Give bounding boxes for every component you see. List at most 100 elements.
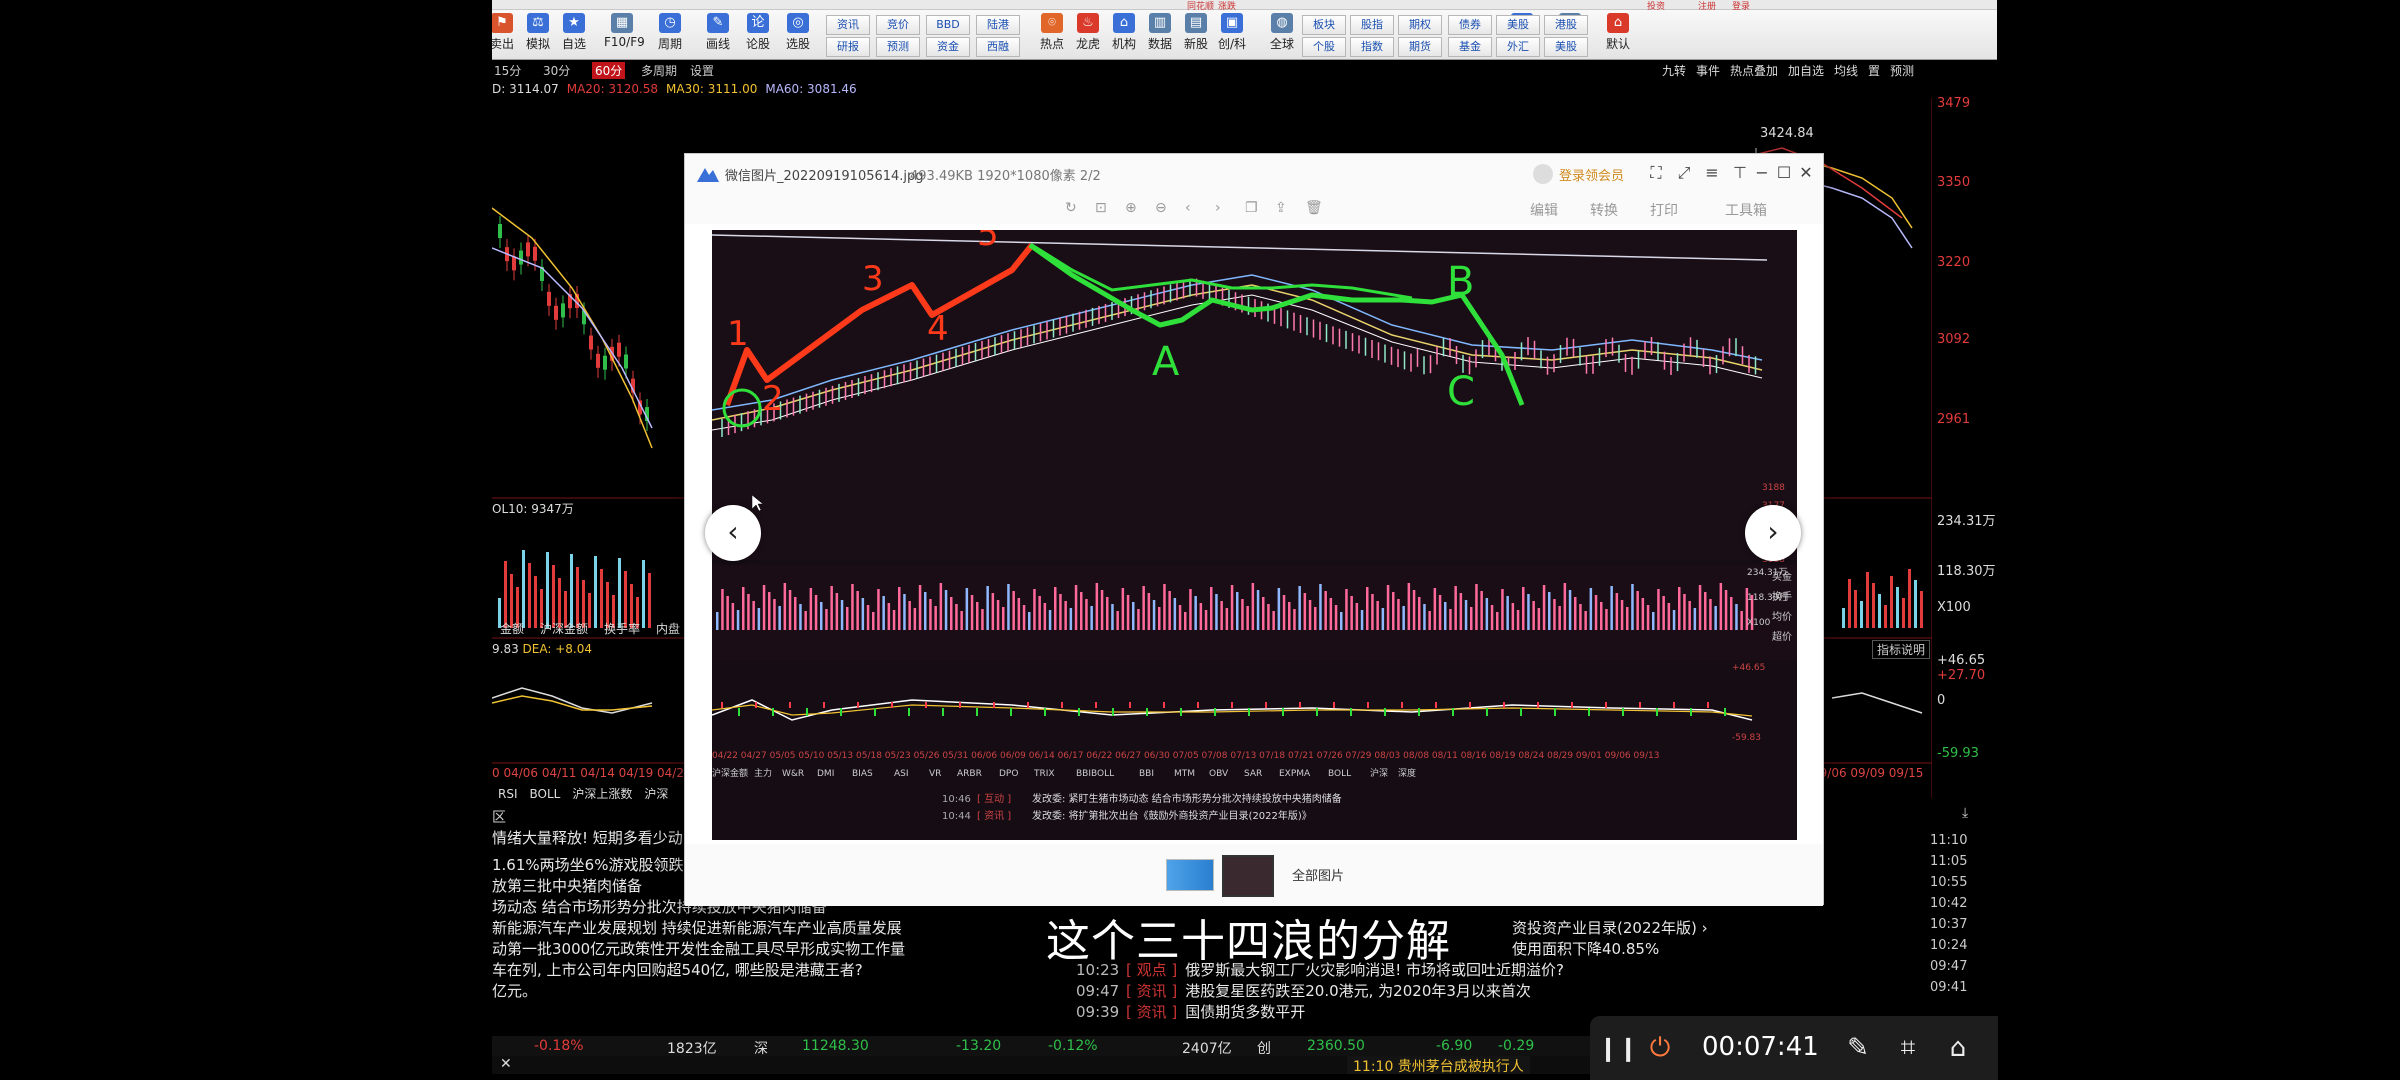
toolbar-globe-button[interactable]: ◍ 全球: [1264, 13, 1300, 57]
toolbar-small-button[interactable]: 期货: [1398, 37, 1442, 57]
toolbar-small-button[interactable]: BBD: [926, 15, 970, 35]
prev-image-button[interactable]: ‹: [705, 505, 761, 561]
toolbar-small-button[interactable]: 陆港: [976, 15, 1020, 35]
volume-tab[interactable]: 换手率: [604, 622, 640, 636]
toolbar-small-button[interactable]: 个股: [1302, 37, 1346, 57]
menu-icon[interactable]: ≡: [1701, 162, 1723, 184]
toolbar-small-button[interactable]: 资金: [926, 37, 970, 57]
toolbar-small-button[interactable]: 预测: [876, 37, 920, 57]
period-tab[interactable]: 15分: [494, 62, 521, 79]
toolbar-print[interactable]: 打印: [1650, 200, 1678, 220]
prev-small-icon[interactable]: ‹: [1185, 200, 1191, 216]
pause-icon[interactable]: ❙❙: [1598, 1030, 1638, 1066]
toolbar-small-button[interactable]: 资讯: [826, 15, 870, 35]
share-icon[interactable]: ⇪: [1275, 200, 1287, 216]
toolbar-f10-button[interactable]: ▦ F10/F9: [604, 13, 645, 57]
toolbar-small-button[interactable]: 美股: [1496, 15, 1540, 35]
close-icon[interactable]: ✕: [500, 1056, 512, 1072]
toolbar-small-button[interactable]: 外汇: [1496, 37, 1540, 57]
toolbar-forum-button[interactable]: 论论股: [740, 13, 776, 57]
next-small-icon[interactable]: ›: [1215, 200, 1221, 216]
thumbnail-2-selected[interactable]: [1222, 855, 1274, 897]
news-item[interactable]: 放第三批中央猪肉储备: [492, 875, 642, 896]
news-item[interactable]: 1.61%两场坐6%游戏股领跌: [492, 854, 683, 875]
period-tab[interactable]: 30分: [543, 62, 570, 79]
news-item[interactable]: 动第一批3000亿元政策性开发性金融工具尽早形成实物工作量: [492, 938, 905, 959]
expand-icon[interactable]: ⤢: [1673, 162, 1695, 184]
toolbar-data-button[interactable]: ▥ 数据: [1142, 13, 1178, 57]
toolbar-draw-line-button[interactable]: ✎ 画线: [700, 13, 736, 57]
period-tab[interactable]: 多周期: [641, 62, 677, 79]
thumbnail-1[interactable]: [1166, 859, 1214, 891]
minimize-icon[interactable]: −: [1751, 162, 1773, 184]
indicator-explain-button[interactable]: 指标说明: [1872, 640, 1931, 659]
toolbar-small-button[interactable]: 美股: [1544, 37, 1588, 57]
toolbar-institution-button[interactable]: ⌂ 机构: [1106, 13, 1142, 57]
camera-icon[interactable]: ⌗: [1890, 1030, 1926, 1066]
toolbar-small-button[interactable]: 指数: [1350, 37, 1394, 57]
volume-tab[interactable]: 内盘: [656, 622, 680, 636]
rotate-icon[interactable]: ↻: [1065, 200, 1077, 216]
toolbar-convert[interactable]: 转换: [1590, 200, 1618, 220]
toolbar-sell-button[interactable]: ⚑ 卖出: [492, 13, 520, 57]
news-item[interactable]: 09:47 [ 资讯 ] 港股复星医药跌至20.0港元, 为2020年3月以来首次: [1076, 980, 1531, 1001]
toolbar-small-button[interactable]: 研报: [826, 37, 870, 57]
toolbar-star-market-button[interactable]: ▣ 创/科: [1214, 13, 1250, 57]
toolbar-hot-button[interactable]: ⌾ 热点: [1034, 13, 1070, 57]
toolbar-small-button[interactable]: 竞价: [876, 15, 920, 35]
toolbar-small-button[interactable]: 西融: [976, 37, 1020, 57]
zoom-in-icon[interactable]: ⊕: [1125, 200, 1137, 216]
stop-icon[interactable]: ⏻: [1642, 1030, 1678, 1066]
period-right-item[interactable]: 预测: [1890, 62, 1914, 79]
home-icon[interactable]: ⌂: [1940, 1030, 1976, 1066]
copy-icon[interactable]: ❐: [1245, 200, 1258, 216]
period-right-item[interactable]: 加自选: [1788, 62, 1824, 79]
toolbar-small-button[interactable]: 期权: [1398, 15, 1442, 35]
toolbar-stock-pick-button[interactable]: ◎ 选股: [780, 13, 816, 57]
period-right-item[interactable]: 九转: [1662, 62, 1686, 79]
news-item-partial[interactable]: 使用面积下降40.85%: [1512, 938, 1659, 959]
toolbar-ipo-button[interactable]: ▤ 新股: [1178, 13, 1214, 57]
news-item[interactable]: 车在列, 上市公司年内回购超540亿, 哪些股是港藏王者?: [492, 959, 863, 980]
indicator-tab[interactable]: 沪深上涨数: [572, 787, 632, 801]
news-item[interactable]: 亿元。: [492, 980, 537, 1001]
fullscreen-icon[interactable]: ⛶: [1645, 162, 1667, 184]
login-button[interactable]: 登录领会员: [1559, 165, 1624, 184]
download-icon[interactable]: ⤓: [1962, 805, 1968, 821]
period-right-item[interactable]: 均线: [1834, 62, 1858, 79]
news-item-partial[interactable]: 资投资产业目录(2022年版) ›: [1512, 917, 1708, 938]
period-right-item[interactable]: 置: [1868, 62, 1880, 79]
maximize-icon[interactable]: ☐: [1773, 162, 1795, 184]
volume-tab[interactable]: 金额: [500, 622, 524, 636]
delete-icon[interactable]: 🗑: [1305, 200, 1323, 216]
toolbar-edit[interactable]: 编辑: [1530, 200, 1558, 220]
indicator-tabs[interactable]: RSI BOLL 沪深上涨数 沪深: [492, 785, 674, 801]
news-item[interactable]: 09:39 [ 资讯 ] 国债期货多数平开: [1076, 1001, 1305, 1022]
news-item[interactable]: 情绪大量释放! 短期多看少动: [492, 827, 683, 848]
all-images-link[interactable]: 全部图片: [1292, 865, 1344, 884]
next-image-button[interactable]: ›: [1745, 505, 1801, 561]
indicator-tab[interactable]: 沪深: [644, 787, 668, 801]
zoom-out-icon[interactable]: ⊖: [1155, 200, 1167, 216]
pen-icon[interactable]: ✎: [1840, 1030, 1876, 1066]
period-tab[interactable]: 设置: [690, 62, 714, 79]
toolbar-small-button[interactable]: 债券: [1448, 15, 1492, 35]
pin-icon[interactable]: ⊤: [1729, 162, 1751, 184]
toolbar-small-button[interactable]: 板块: [1302, 15, 1346, 35]
toolbar-dragon-tiger-button[interactable]: ♨ 龙虎: [1070, 13, 1106, 57]
toolbar-home-button[interactable]: ⌂ 默认: [1600, 13, 1636, 57]
news-alert[interactable]: 11:10 贵州茅台成被执行人: [1347, 1056, 1530, 1075]
period-right-item[interactable]: 事件: [1696, 62, 1720, 79]
toolbar-small-button[interactable]: 基金: [1448, 37, 1492, 57]
indicator-tab[interactable]: RSI: [498, 787, 518, 801]
toolbar-small-button[interactable]: 股指: [1350, 15, 1394, 35]
fit-icon[interactable]: ⊡: [1095, 200, 1107, 216]
toolbar-tools[interactable]: 工具箱: [1725, 200, 1767, 220]
toolbar-star-button[interactable]: ★ 自选: [556, 13, 592, 57]
period-tab[interactable]: 60分: [592, 62, 626, 79]
period-right-item[interactable]: 热点叠加: [1730, 62, 1778, 79]
news-item[interactable]: 新能源汽车产业发展规划 持续促进新能源汽车产业高质量发展: [492, 917, 902, 938]
toolbar-small-button[interactable]: 港股: [1544, 15, 1588, 35]
close-icon[interactable]: ✕: [1795, 162, 1817, 184]
toolbar-clock-button[interactable]: ◷ 周期: [652, 13, 688, 57]
